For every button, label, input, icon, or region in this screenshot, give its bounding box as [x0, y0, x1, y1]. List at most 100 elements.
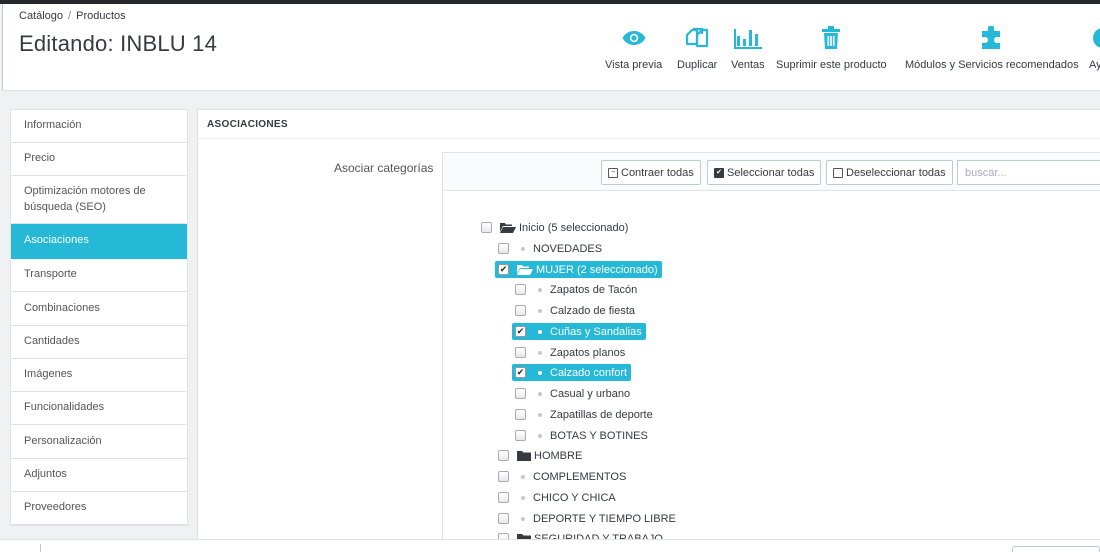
category-checkbox[interactable]: [498, 243, 509, 254]
category-tree-node[interactable]: ✔ Calzado confort: [512, 364, 632, 381]
sales-button[interactable]: Ventas: [731, 24, 765, 71]
category-label[interactable]: DEPORTE Y TIEMPO LIBRE: [533, 513, 676, 525]
category-checkbox[interactable]: [498, 450, 509, 461]
folder-open-icon[interactable]: [500, 222, 516, 233]
category-tree-node[interactable]: NOVEDADES: [498, 240, 602, 257]
collapse-all-button[interactable]: − Contraer todas: [601, 160, 701, 185]
sidebar-item-cantidades[interactable]: Cantidades: [11, 326, 187, 359]
category-tree-node[interactable]: Inicio (5 seleccionado): [481, 219, 628, 236]
sidebar-item-imagenes[interactable]: Imágenes: [11, 359, 187, 392]
category-label[interactable]: MUJER (2 seleccionado): [536, 264, 658, 276]
sidebar-item-asociaciones[interactable]: Asociaciones: [11, 224, 187, 259]
category-tree-node[interactable]: DEPORTE Y TIEMPO LIBRE: [498, 510, 676, 527]
category-tree-node[interactable]: BOTAS Y BOTINES: [515, 427, 648, 444]
category-checkbox[interactable]: [515, 430, 526, 441]
category-checkbox[interactable]: [481, 222, 492, 233]
category-label[interactable]: Zapatos de Tacón: [550, 284, 637, 296]
category-label[interactable]: COMPLEMENTOS: [533, 471, 626, 483]
folder-open-icon[interactable]: [517, 264, 533, 275]
category-label[interactable]: HOMBRE: [534, 450, 582, 462]
bullet-icon: [521, 516, 525, 521]
category-tree-node[interactable]: COMPLEMENTOS: [498, 468, 626, 485]
sidebar-item-seo[interactable]: Optimización motores de búsqueda (SEO): [11, 176, 187, 224]
category-label[interactable]: BOTAS Y BOTINES: [550, 430, 648, 442]
sidebar-item-informacion[interactable]: Información: [11, 110, 187, 143]
help-icon: [1089, 24, 1100, 52]
category-label[interactable]: Calzado confort: [550, 367, 627, 379]
sidebar-item-combinaciones[interactable]: Combinaciones: [11, 292, 187, 326]
category-checkbox[interactable]: [515, 409, 526, 420]
page-header: Catálogo / Productos Editando: INBLU 14 Vi…: [2, 4, 1100, 91]
category-label[interactable]: CHICO Y CHICA: [533, 492, 616, 504]
sidebar-item-adjuntos[interactable]: Adjuntos: [11, 459, 187, 492]
bullet-icon: [538, 412, 542, 417]
sidebar-item-precio[interactable]: Precio: [11, 143, 187, 176]
bullet-icon: [521, 474, 525, 479]
category-tree-node[interactable]: ✔ Cuñas y Sandalias: [512, 323, 646, 340]
category-checkbox[interactable]: [498, 471, 509, 482]
deselect-all-label: Deseleccionar todas: [846, 166, 946, 179]
sidebar-item-label: Imágenes: [24, 368, 73, 381]
category-label[interactable]: Zapatillas de deporte: [550, 409, 653, 421]
eye-icon: [622, 24, 646, 52]
collapse-all-label: Contraer todas: [621, 166, 694, 179]
category-tree-node[interactable]: Zapatos planos: [515, 344, 625, 361]
duplicate-button[interactable]: Duplicar: [677, 24, 717, 71]
sidebar-item-transporte[interactable]: Transporte: [11, 259, 187, 292]
recommended-modules-button[interactable]: Módulos y Servicios recomendados: [905, 24, 1079, 71]
category-tree-node[interactable]: ✔ MUJER (2 seleccionado): [495, 261, 662, 278]
sidebar-item-label: Personalización: [24, 434, 102, 447]
folder-icon[interactable]: [517, 450, 531, 461]
category-label[interactable]: Inicio (5 seleccionado): [519, 222, 628, 234]
category-checkbox[interactable]: [515, 388, 526, 399]
sidebar-item-proveedores[interactable]: Proveedores: [11, 492, 187, 525]
category-tree-node[interactable]: Casual y urbano: [515, 385, 630, 402]
delete-product-label: Suprimir este producto: [776, 59, 887, 71]
category-label[interactable]: NOVEDADES: [533, 243, 602, 255]
sidebar-item-label: Proveedores: [24, 501, 87, 514]
deselect-all-button[interactable]: Deseleccionar todas: [826, 160, 953, 185]
breadcrumb-products[interactable]: Productos: [76, 10, 126, 22]
category-checkbox[interactable]: ✔: [515, 367, 526, 378]
footer-button[interactable]: [1012, 546, 1100, 552]
preview-button[interactable]: Vista previa: [605, 24, 662, 71]
sidebar-item-label: Funcionalidades: [24, 401, 105, 414]
bullet-icon: [538, 370, 542, 375]
breadcrumb-catalog[interactable]: Catálogo: [19, 10, 63, 22]
sidebar-item-funcionalidades[interactable]: Funcionalidades: [11, 392, 187, 425]
category-label[interactable]: Zapatos planos: [550, 347, 625, 359]
copy-icon: [684, 24, 710, 52]
category-checkbox[interactable]: ✔: [498, 264, 509, 275]
category-checkbox[interactable]: [515, 284, 526, 295]
category-tree-toolbar: − Contraer todas ✔ Seleccionar todas Desel…: [443, 153, 1100, 191]
category-checkbox[interactable]: [498, 492, 509, 503]
category-label[interactable]: Calzado de fiesta: [550, 305, 635, 317]
category-label[interactable]: Cuñas y Sandalias: [550, 326, 642, 338]
delete-product-button[interactable]: Suprimir este producto: [776, 24, 887, 71]
category-tree-node[interactable]: HOMBRE: [498, 447, 582, 464]
category-checkbox[interactable]: [515, 347, 526, 358]
category-tree-node[interactable]: Zapatos de Tacón: [515, 281, 637, 298]
category-tree-node[interactable]: Zapatillas de deporte: [515, 406, 653, 423]
category-tree-node[interactable]: CHICO Y CHICA: [498, 489, 616, 506]
category-checkbox[interactable]: [498, 513, 509, 524]
category-tree-node[interactable]: Calzado de fiesta: [515, 302, 635, 319]
footer-divider: [40, 544, 41, 552]
sidebar-item-label: Asociaciones: [24, 234, 89, 247]
category-label[interactable]: Casual y urbano: [550, 388, 630, 400]
breadcrumb: Catálogo / Productos: [19, 10, 126, 22]
panel-heading: ASOCIACIONES: [198, 110, 1100, 139]
preview-label: Vista previa: [605, 59, 663, 71]
category-checkbox[interactable]: ✔: [515, 326, 526, 337]
bullet-icon: [538, 287, 542, 292]
sidebar-item-label: Información: [24, 119, 82, 132]
bullet-icon: [538, 350, 542, 355]
help-button[interactable]: Ay: [1089, 24, 1100, 71]
select-all-button[interactable]: ✔ Seleccionar todas: [707, 160, 822, 185]
recommended-modules-label: Módulos y Servicios recomendados: [905, 59, 1079, 71]
puzzle-icon: [980, 24, 1004, 52]
sidebar-item-personalizacion[interactable]: Personalización: [11, 425, 187, 459]
category-search-input[interactable]: [957, 160, 1100, 185]
category-checkbox[interactable]: [515, 305, 526, 316]
associations-panel: ASOCIACIONES Asociar categorías − Contrae…: [197, 109, 1100, 541]
